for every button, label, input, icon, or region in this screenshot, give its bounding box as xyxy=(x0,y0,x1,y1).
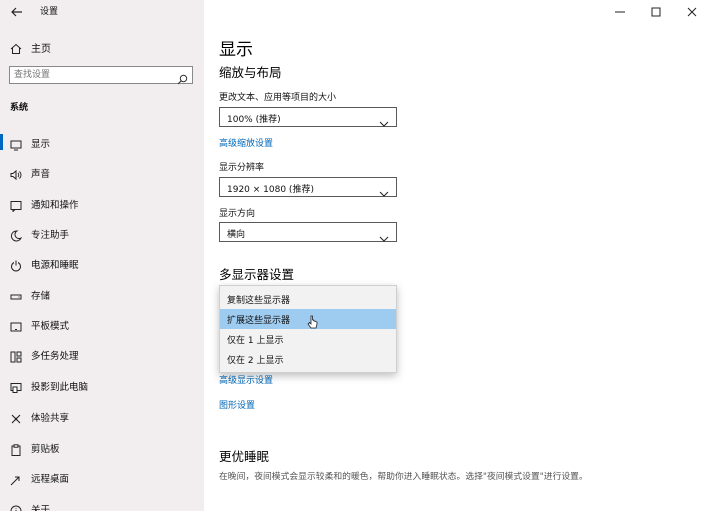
info-icon xyxy=(10,502,22,511)
storage-icon xyxy=(10,288,22,300)
sleep-description: 在晚间，夜间模式会显示较柔和的暖色，帮助你进入睡眠状态。选择"夜间模式设置"进行… xyxy=(219,472,588,482)
sidebar-item-tablet-mode[interactable]: 平板模式 xyxy=(0,313,204,335)
scale-value: 100% (推荐) xyxy=(227,115,281,125)
chevron-down-icon xyxy=(379,113,389,127)
menu-item-label: 仅在 2 上显示 xyxy=(227,356,284,366)
tablet-icon xyxy=(10,318,22,332)
sidebar-item-display[interactable]: 显示 xyxy=(0,131,204,153)
back-arrow-icon[interactable] xyxy=(10,4,24,18)
sleep-section-heading: 更优睡眠 xyxy=(219,449,270,464)
remote-icon xyxy=(10,471,22,486)
menu-item-duplicate[interactable]: 复制这些显示器 xyxy=(220,289,396,309)
sidebar-item-shared-experiences[interactable]: 体验共享 xyxy=(0,405,204,427)
resolution-dropdown[interactable]: 1920 × 1080 (推荐) xyxy=(219,177,397,197)
mouse-cursor-icon xyxy=(307,314,319,329)
sidebar-item-label: 显示 xyxy=(31,139,51,150)
multi-display-section-heading: 多显示器设置 xyxy=(219,267,295,282)
multi-display-dropdown-menu: 复制这些显示器 扩展这些显示器 仅在 1 上显示 仅在 2 上显示 xyxy=(219,285,397,373)
chevron-down-icon xyxy=(379,228,389,242)
sidebar-item-label: 通知和操作 xyxy=(31,200,79,211)
resolution-label: 显示分辨率 xyxy=(219,163,265,173)
sidebar-item-label: 声音 xyxy=(31,169,51,180)
sidebar-item-home[interactable]: 主页 xyxy=(0,38,204,56)
sidebar-item-focus-assist[interactable]: 专注助手 xyxy=(0,222,204,244)
sidebar-item-label: 关于 xyxy=(31,505,51,511)
sidebar-item-label: 体验共享 xyxy=(31,413,70,424)
sidebar-item-label: 专注助手 xyxy=(31,230,70,241)
minimize-icon[interactable] xyxy=(613,4,627,18)
orientation-value: 横向 xyxy=(227,230,246,240)
close-icon[interactable] xyxy=(685,4,699,18)
search-input[interactable] xyxy=(14,68,164,82)
search-icon[interactable] xyxy=(177,70,188,85)
main-content: 显示 缩放与布局 更改文本、应用等项目的大小 100% (推荐) 高级缩放设置 … xyxy=(204,0,719,511)
graphics-settings-link[interactable]: 图形设置 xyxy=(219,398,255,411)
home-label: 主页 xyxy=(31,44,51,55)
notification-icon xyxy=(10,197,22,213)
multitask-icon xyxy=(10,348,22,363)
sidebar-item-storage[interactable]: 存储 xyxy=(0,283,204,305)
sidebar-item-label: 平板模式 xyxy=(31,321,70,332)
sidebar-item-remote-desktop[interactable]: 远程桌面 xyxy=(0,466,204,488)
share-icon xyxy=(10,410,22,424)
sidebar-item-label: 多任务处理 xyxy=(31,351,79,362)
resolution-value: 1920 × 1080 (推荐) xyxy=(227,185,314,195)
menu-item-label: 扩展这些显示器 xyxy=(227,316,291,326)
chevron-down-icon xyxy=(379,183,389,197)
home-icon xyxy=(10,40,22,54)
scale-section-heading: 缩放与布局 xyxy=(219,65,282,80)
orientation-dropdown[interactable]: 横向 xyxy=(219,222,397,242)
window-title: 设置 xyxy=(40,7,59,17)
sidebar-item-project[interactable]: 投影到此电脑 xyxy=(0,374,204,396)
scale-dropdown[interactable]: 100% (推荐) xyxy=(219,107,397,127)
orientation-label: 显示方向 xyxy=(219,209,256,219)
project-icon xyxy=(10,379,22,393)
power-icon xyxy=(10,257,22,272)
menu-item-label: 仅在 1 上显示 xyxy=(227,336,284,346)
speaker-icon xyxy=(10,166,22,181)
section-label: 系统 xyxy=(10,103,29,113)
sidebar-item-notifications[interactable]: 通知和操作 xyxy=(0,192,204,214)
title-bar: 设置 xyxy=(0,0,204,22)
advanced-scaling-link[interactable]: 高级缩放设置 xyxy=(219,136,273,149)
advanced-display-link[interactable]: 高级显示设置 xyxy=(219,373,273,386)
window-controls xyxy=(599,0,719,22)
sidebar: 设置 主页 系统 显示 声音 通知和操作 专注助手 xyxy=(0,0,204,511)
page-title: 显示 xyxy=(219,40,253,60)
sidebar-item-sound[interactable]: 声音 xyxy=(0,161,204,183)
monitor-icon xyxy=(10,136,22,151)
sidebar-item-label: 存储 xyxy=(31,291,51,302)
sidebar-item-clipboard[interactable]: 剪贴板 xyxy=(0,436,204,458)
sidebar-item-label: 剪贴板 xyxy=(31,444,60,455)
search-box[interactable] xyxy=(9,66,193,85)
sidebar-item-about[interactable]: 关于 xyxy=(0,497,204,511)
menu-item-show-only-1[interactable]: 仅在 1 上显示 xyxy=(220,329,396,349)
sidebar-item-label: 远程桌面 xyxy=(31,474,70,485)
sidebar-item-multitasking[interactable]: 多任务处理 xyxy=(0,343,204,365)
menu-item-label: 复制这些显示器 xyxy=(227,296,291,306)
sidebar-item-label: 投影到此电脑 xyxy=(31,382,89,393)
menu-item-show-only-2[interactable]: 仅在 2 上显示 xyxy=(220,349,396,369)
scale-label: 更改文本、应用等项目的大小 xyxy=(219,93,337,103)
moon-icon xyxy=(10,227,23,242)
clipboard-icon xyxy=(10,441,22,456)
maximize-icon[interactable] xyxy=(649,4,663,18)
sidebar-item-power-sleep[interactable]: 电源和睡眠 xyxy=(0,252,204,274)
sidebar-item-label: 电源和睡眠 xyxy=(31,260,79,271)
